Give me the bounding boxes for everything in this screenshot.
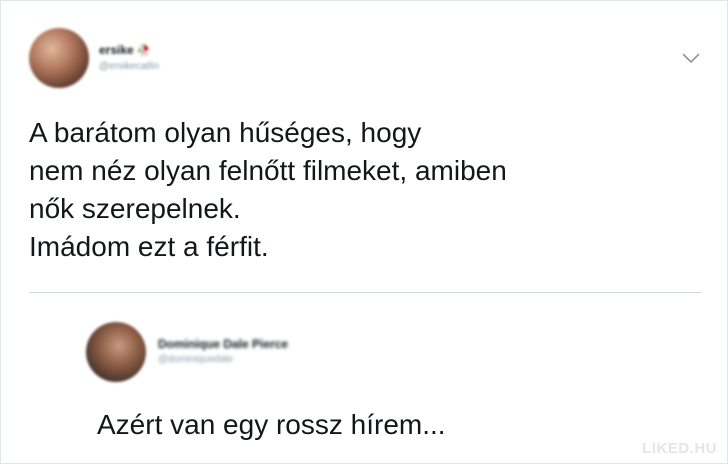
author-display-name[interactable]: ersike 🥀 [99, 43, 159, 58]
reply-text: Azért van egy rossz hírem... [97, 409, 446, 440]
author-identity: ersike 🥀 @ersikecatlin [99, 43, 159, 74]
reply-author-handle[interactable]: @dominiquedale [158, 353, 288, 367]
rose-emoji: 🥀 [136, 44, 151, 57]
tweet-text-line: Imádom ezt a férfit. [29, 231, 269, 262]
tweet-card: ersike 🥀 @ersikecatlin A barátom olyan hű… [0, 0, 728, 464]
chevron-down-icon [682, 51, 700, 69]
author-name-text: ersike [99, 42, 134, 57]
reply-author-display-name[interactable]: Dominique Dale Pierce [158, 337, 288, 351]
author-handle[interactable]: @ersikecatlin [99, 60, 159, 74]
tweet-text-line: nők szerepelnek. [29, 193, 241, 224]
reply-author-identity: Dominique Dale Pierce @dominiquedale [158, 337, 288, 367]
author-avatar[interactable] [29, 28, 89, 88]
tweet-menu-button[interactable] [681, 52, 701, 68]
tweet-text-line: nem néz olyan felnőtt filmeket, amiben [29, 155, 507, 186]
divider [29, 292, 701, 293]
tweet-text: A barátom olyan hűséges, hogy nem néz ol… [29, 114, 689, 266]
tweet-text-line: A barátom olyan hűséges, hogy [29, 117, 422, 148]
reply-author-header[interactable]: Dominique Dale Pierce @dominiquedale [86, 322, 288, 382]
reply-author-avatar[interactable] [86, 322, 146, 382]
tweet-author-header[interactable]: ersike 🥀 @ersikecatlin [29, 28, 159, 88]
watermark-logo: LIKED.HU [642, 440, 717, 457]
